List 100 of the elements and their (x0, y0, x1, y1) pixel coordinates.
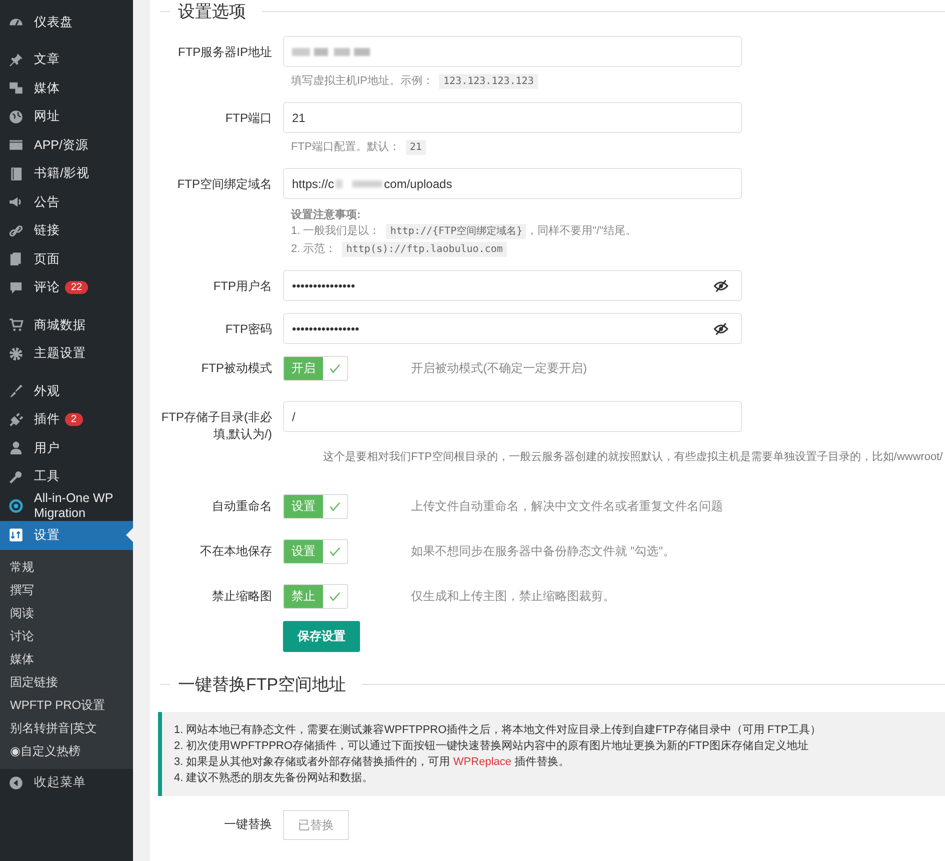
option-description: 开启被动模式(不确定一定要开启) (411, 360, 587, 377)
menu-label: 页面 (34, 252, 60, 267)
field-label: 自动重命名 (211, 498, 273, 515)
count-badge: 22 (65, 281, 88, 294)
globe-icon (8, 108, 24, 125)
input-field[interactable]: / (283, 401, 742, 432)
menu-label: 媒体 (34, 80, 60, 96)
menu-label: 收起菜单 (34, 775, 86, 790)
menu-label: APP/资源 (34, 138, 88, 153)
gear-icon (8, 346, 24, 362)
field-label: 禁止缩略图 (211, 588, 273, 605)
field-label: FTP用户名 (212, 278, 273, 295)
help-text: 填写虚拟主机IP地址。示例： 123.123.123.123 (283, 73, 945, 90)
menu-label: 外观 (34, 384, 60, 399)
cart-icon (8, 317, 24, 334)
option-description: 仅生成和上传主图，禁止缩略图裁剪。 (411, 588, 615, 605)
menu-item[interactable]: 设置 (0, 521, 133, 550)
comment-icon (8, 280, 24, 296)
menu-item[interactable]: 媒体 (0, 74, 133, 102)
menu-item[interactable]: 公告 (0, 188, 133, 216)
field-value-start: https://c (292, 176, 334, 190)
menu-label: 公告 (34, 194, 60, 210)
submenu-item[interactable]: 阅读 (0, 602, 133, 624)
pages-icon (8, 251, 24, 268)
submenu-item[interactable]: WPFTP PRO设置 (0, 694, 133, 716)
help-text: FTP端口配置。默认： 21 (283, 139, 945, 156)
submenu-item[interactable]: 别名转拼音|英文 (0, 716, 133, 740)
circle-icon (8, 498, 24, 514)
menu-label: 书籍/影视 (34, 166, 90, 182)
menu-label: 用户 (34, 440, 60, 456)
notice-line: 3. 如果是从其他对象存储或者外部存储替换插件的，可用 WPReplace 插件替换。 (174, 754, 570, 770)
submenu-item[interactable]: 撰写 (0, 578, 133, 602)
redacted-value (334, 178, 384, 190)
password-field[interactable]: ••••••••••••••• (283, 270, 742, 301)
option-description: 如果不想同步在服务器中备份静态文件就 "勾选"。 (411, 543, 675, 560)
settings-icon (8, 527, 24, 544)
plug-icon (8, 412, 24, 428)
submenu-item[interactable]: 常规 (0, 556, 133, 578)
submenu-item[interactable]: 固定链接 (0, 670, 133, 694)
count-badge: 2 (65, 413, 83, 426)
menu-label: 仪表盘 (34, 14, 73, 30)
field-label: FTP端口 (224, 110, 273, 127)
notice-line: 2. 初次使用WPFTPPRO存储插件，可以通过下面按钮一键快速替换网站内容中的原有图片地址更换为新的FTP图床存储自定义地址 (174, 738, 810, 754)
menu-label: 文章 (34, 52, 60, 68)
note-line: 1. 一般我们是以： http://{FTP空间绑定域名} ，同样不要用"/"结尾。 (290, 223, 638, 240)
hidden-eye-icon[interactable] (713, 278, 729, 294)
collapse-menu-button[interactable]: 收起菜单 (0, 768, 133, 797)
notice-line: 1. 网站本地已有静态文件，需要在测试兼容WPFTPPRO插件之后，将本地文件对应目录上传到自建FTP存储目录中（可用 FTP工具） (174, 722, 822, 738)
field-label: FTP存储子目录(非必填,默认为/) (160, 409, 273, 443)
menu-label: All-in-One WP Migration (34, 491, 114, 521)
field-label: FTP密码 (224, 321, 273, 338)
menu-label: 商城数据 (34, 318, 86, 333)
option-description: 上传文件自动重命名，解决中文文件名或者重复文件名问题 (411, 498, 723, 515)
input-field[interactable]: 21 (283, 102, 742, 133)
menu-label: 主题设置 (34, 346, 86, 362)
book-icon (8, 166, 24, 182)
field-label: FTP空间绑定域名 (176, 176, 273, 193)
menu-item[interactable]: 网址 (0, 102, 133, 131)
field-label: 一键替换 (223, 816, 273, 833)
section-title: 设置选项 (177, 0, 247, 22)
field-label: FTP被动模式 (200, 360, 273, 377)
password-field[interactable]: •••••••••••••••• (283, 313, 742, 344)
menu-item[interactable]: APP/资源 (0, 131, 133, 160)
menu-item[interactable]: 链接 (0, 216, 133, 245)
menu-label: 链接 (34, 223, 60, 238)
menu-item[interactable]: 商城数据 (0, 311, 133, 340)
menu-item[interactable]: 工具 (0, 462, 133, 491)
option-description: 这个是要相对我们FTP空间根目录的，一般云服务器创建的就按照默认，有些虚拟主机是需要单独设置子目录的，比如/wwwroot/ (323, 450, 944, 464)
menu-label: 网址 (34, 109, 60, 124)
field-value-end: com/uploads (384, 176, 452, 190)
menu-item[interactable]: 评论 22 (0, 274, 133, 302)
section-title: 一键替换FTP空间地址 (177, 674, 348, 696)
menu-item[interactable]: 用户 (0, 434, 133, 462)
wrench-icon (8, 468, 24, 485)
input-field[interactable]: https://c com/uploads (283, 168, 742, 199)
field-label: 不在本地保存 (199, 543, 273, 560)
menu-label: 设置 (34, 528, 60, 543)
pin-icon (8, 52, 24, 68)
hidden-eye-icon[interactable] (713, 320, 729, 336)
collapse-icon (8, 774, 24, 791)
menu-item[interactable]: 主题设置 (0, 340, 133, 368)
menu-item[interactable]: 文章 (0, 46, 133, 74)
menu-item[interactable]: 仪表盘 (0, 8, 133, 36)
menu-item[interactable]: 书籍/影视 (0, 160, 133, 188)
field-label: FTP服务器IP地址 (176, 44, 273, 61)
submenu-item[interactable]: ◉自定义热榜 (0, 740, 133, 762)
menu-label: 工具 (34, 469, 60, 484)
submenu-item[interactable]: 讨论 (0, 624, 133, 648)
menu-item[interactable]: 外观 (0, 377, 133, 406)
notes-title: 设置注意事项: (290, 208, 362, 222)
input-field[interactable] (283, 36, 742, 67)
menu-label: 插件 (34, 412, 60, 428)
submenu-item[interactable]: 媒体 (0, 648, 133, 670)
notice-line: 4. 建议不熟悉的朋友先备份网站和数据。 (174, 770, 374, 786)
menu-item[interactable]: 插件 2 (0, 406, 133, 434)
link-icon (8, 222, 24, 239)
user-icon (8, 440, 24, 456)
menu-item[interactable]: 页面 (0, 245, 133, 274)
brush-icon (8, 383, 24, 400)
menu-item[interactable]: All-in-One WP Migration (0, 491, 133, 521)
